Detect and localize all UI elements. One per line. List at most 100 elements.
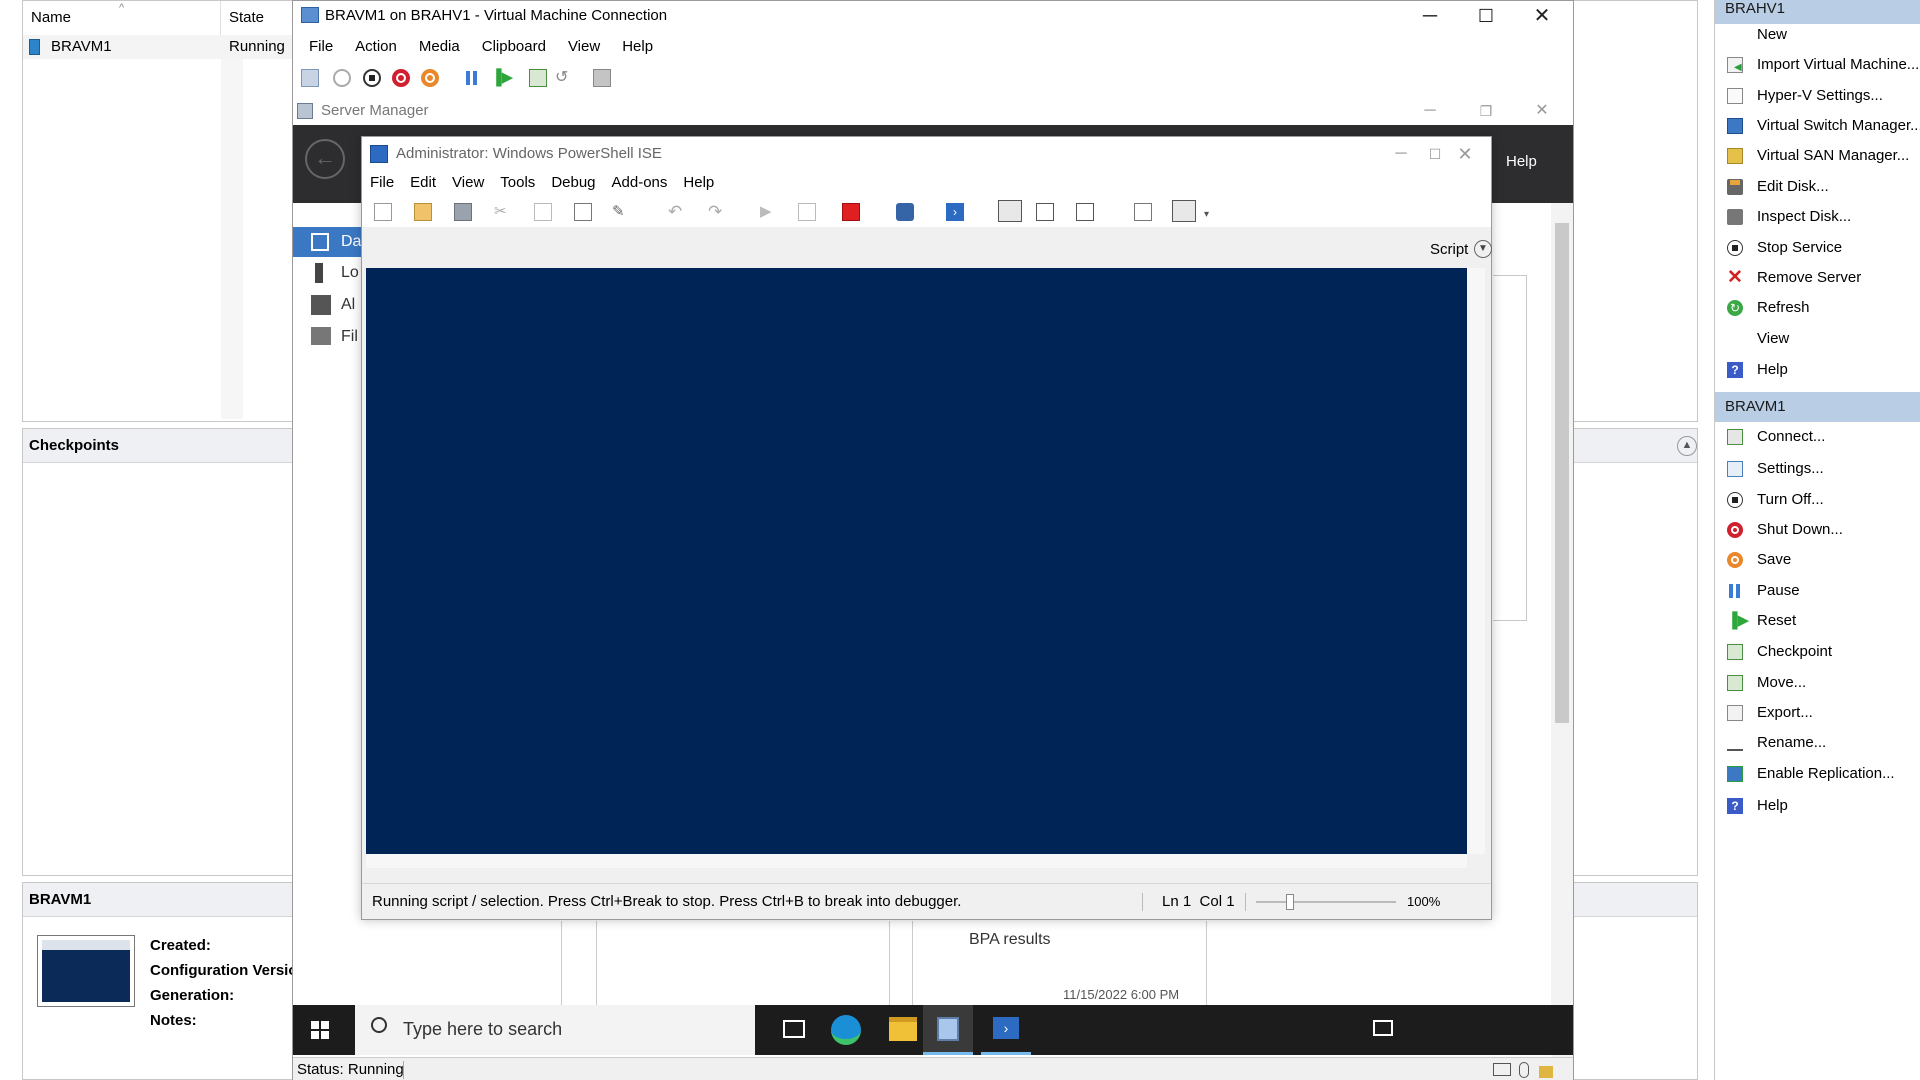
action-remove-server[interactable]: ✕ Remove Server (1715, 263, 1920, 293)
nav-local-server[interactable]: Lo (293, 258, 363, 288)
powershell-ise-taskbar-icon[interactable]: › (981, 1005, 1031, 1055)
action-new[interactable]: New (1715, 20, 1920, 50)
ctrl-alt-del-icon[interactable] (301, 69, 319, 87)
nav-all-servers[interactable]: Al (293, 290, 363, 320)
action-virtual-switch-manager[interactable]: Virtual Switch Manager... (1715, 111, 1920, 141)
menu-help[interactable]: Help (611, 34, 664, 60)
column-header-name[interactable]: Name ^ (23, 1, 221, 35)
menu-view[interactable]: View (557, 34, 611, 60)
shutdown-icon[interactable] (392, 69, 410, 87)
taskbar-search-box[interactable]: Type here to search (355, 1005, 755, 1055)
action-settings[interactable]: Settings... (1715, 454, 1920, 484)
action-virtual-san-manager[interactable]: Virtual SAN Manager... (1715, 141, 1920, 171)
layout-top-icon[interactable] (998, 200, 1022, 222)
action-edit-disk[interactable]: Edit Disk... (1715, 172, 1920, 202)
new-file-icon[interactable] (374, 203, 392, 221)
ise-menu-file[interactable]: File (362, 171, 402, 195)
show-commands-icon[interactable] (1134, 203, 1152, 221)
action-help-brahv1[interactable]: ? Help (1715, 355, 1920, 385)
undo-icon[interactable]: ↶ (668, 203, 686, 221)
sm-minimize-button[interactable]: ─ (1407, 97, 1453, 125)
file-explorer-icon[interactable] (889, 1017, 917, 1041)
paste-icon[interactable] (574, 203, 592, 221)
nav-file-services[interactable]: Fil (293, 322, 363, 352)
layout-right-icon[interactable] (1036, 203, 1054, 221)
cut-icon[interactable]: ✂ (494, 203, 512, 221)
maximize-button[interactable]: ☐ (1463, 1, 1509, 31)
layout-max-icon[interactable] (1076, 203, 1094, 221)
sm-restore-button[interactable]: ❐ (1463, 97, 1509, 125)
ise-menu-addons[interactable]: Add-ons (604, 171, 676, 195)
ise-console-hscrollbar[interactable] (366, 854, 1467, 868)
close-button[interactable]: ✕ (1519, 1, 1565, 31)
action-shut-down[interactable]: Shut Down... (1715, 515, 1920, 545)
table-row[interactable]: BRAVM1 Running (23, 35, 303, 59)
ise-console-vscrollbar[interactable] (1467, 268, 1485, 854)
show-addon-pane-icon[interactable] (1172, 200, 1196, 222)
notification-icon[interactable] (1373, 1020, 1393, 1036)
windows-start-icon[interactable] (311, 1021, 329, 1039)
save-state-icon[interactable] (421, 69, 439, 87)
turn-off-icon[interactable] (363, 69, 381, 87)
vm-thumbnail[interactable] (37, 935, 135, 1007)
actions-header-bravm1[interactable]: BRAVM1 (1715, 392, 1920, 422)
server-manager-titlebar[interactable]: Server Manager ─ ❐ ✕ (293, 97, 1573, 125)
ise-close-button[interactable]: ✕ (1442, 137, 1488, 171)
revert-icon[interactable]: ↺ (555, 69, 573, 87)
back-arrow-icon[interactable]: ← (305, 139, 345, 179)
action-rename[interactable]: Rename... (1715, 728, 1920, 758)
zoom-slider-thumb[interactable] (1286, 894, 1294, 910)
run-selection-icon[interactable] (798, 203, 816, 221)
task-view-icon[interactable] (783, 1020, 805, 1038)
minimize-button[interactable]: ─ (1407, 1, 1453, 31)
start-icon[interactable] (333, 69, 351, 87)
column-header-state[interactable]: State (221, 1, 303, 35)
redo-icon[interactable]: ↷ (708, 203, 726, 221)
enhanced-session-icon[interactable] (593, 69, 611, 87)
script-pane-label[interactable]: Script (1430, 241, 1468, 258)
start-powershell-icon[interactable]: › (946, 203, 964, 221)
save-icon[interactable] (454, 203, 472, 221)
server-manager-taskbar-icon[interactable] (923, 1005, 973, 1055)
action-move[interactable]: Move... (1715, 668, 1920, 698)
run-script-icon[interactable]: ▶ (760, 203, 778, 221)
action-reset[interactable]: ▐▶ Reset (1715, 606, 1920, 636)
chevron-down-icon[interactable]: ▼ (1474, 240, 1492, 258)
ise-menu-edit[interactable]: Edit (402, 171, 444, 195)
collapse-icon[interactable]: ▲ (1677, 436, 1697, 456)
menu-media[interactable]: Media (408, 34, 471, 60)
action-turn-off[interactable]: Turn Off... (1715, 485, 1920, 515)
ise-menu-debug[interactable]: Debug (543, 171, 603, 195)
sm-close-button[interactable]: ✕ (1519, 97, 1565, 125)
ise-menu-tools[interactable]: Tools (492, 171, 543, 195)
edge-icon[interactable] (831, 1015, 861, 1045)
stop-operation-icon[interactable] (842, 203, 860, 221)
action-connect[interactable]: Connect... (1715, 422, 1920, 452)
action-import-vm[interactable]: ◀ Import Virtual Machine... (1715, 50, 1920, 80)
action-enable-replication[interactable]: Enable Replication... (1715, 759, 1920, 789)
open-folder-icon[interactable] (414, 203, 432, 221)
action-stop-service[interactable]: Stop Service (1715, 233, 1920, 263)
sm-right-scrollbar[interactable] (1551, 203, 1573, 1080)
action-save[interactable]: Save (1715, 545, 1920, 575)
action-refresh[interactable]: ↻ Refresh (1715, 293, 1920, 323)
menu-file[interactable]: File (298, 34, 344, 60)
ise-titlebar[interactable]: Administrator: Windows PowerShell ISE ─ … (362, 137, 1491, 171)
reset-icon[interactable]: ▐▶ (491, 69, 513, 87)
ise-menu-view[interactable]: View (444, 171, 492, 195)
menu-clipboard[interactable]: Clipboard (471, 34, 557, 60)
copy-icon[interactable] (534, 203, 552, 221)
pause-icon[interactable] (463, 69, 481, 87)
menu-action[interactable]: Action (344, 34, 408, 60)
action-hyperv-settings[interactable]: Hyper-V Settings... (1715, 81, 1920, 111)
toolbar-overflow-icon[interactable]: ▾ (1204, 209, 1222, 227)
vm-connection-titlebar[interactable]: BRAVM1 on BRAHV1 - Virtual Machine Conne… (293, 1, 1573, 31)
sm-help-menu[interactable]: Help (1506, 153, 1537, 170)
zoom-slider[interactable] (1256, 894, 1396, 910)
nav-dashboard[interactable]: Da (293, 227, 363, 257)
action-help-bravm1[interactable]: ? Help (1715, 791, 1920, 821)
action-export[interactable]: Export... (1715, 698, 1920, 728)
ise-console-pane[interactable] (366, 268, 1467, 854)
action-checkpoint[interactable]: Checkpoint (1715, 637, 1920, 667)
checkpoint-icon[interactable] (529, 69, 547, 87)
